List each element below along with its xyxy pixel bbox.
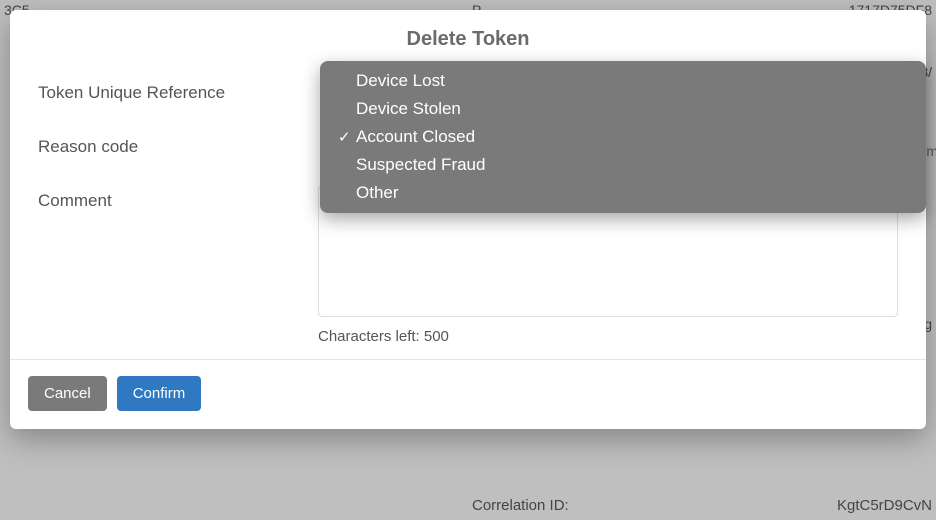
dropdown-option-label: Account Closed: [356, 127, 475, 147]
char-counter-value: 500: [424, 328, 449, 345]
dropdown-option-suspected-fraud[interactable]: Suspected Fraud: [320, 151, 926, 179]
label-reason-code: Reason code: [38, 131, 318, 157]
bg-correlation-label: Correlation ID:: [472, 497, 569, 514]
char-counter-prefix: Characters left:: [318, 328, 424, 345]
confirm-button[interactable]: Confirm: [117, 376, 202, 411]
delete-token-modal: Delete Token Token Unique Reference m Re…: [10, 10, 926, 429]
dropdown-option-label: Device Lost: [356, 71, 445, 91]
dropdown-option-account-closed[interactable]: ✓ Account Closed: [320, 123, 926, 151]
modal-body: Token Unique Reference m Reason code Com…: [10, 61, 926, 359]
modal-footer: Cancel Confirm: [10, 359, 926, 429]
char-counter: Characters left: 500: [318, 328, 898, 345]
dropdown-option-label: Suspected Fraud: [356, 155, 485, 175]
bg-correlation-value: KgtC5rD9CvN: [837, 497, 932, 514]
label-token-reference: Token Unique Reference: [38, 77, 318, 103]
dropdown-option-label: Device Stolen: [356, 99, 461, 119]
dropdown-option-device-stolen[interactable]: Device Stolen: [320, 95, 926, 123]
check-icon: ✓: [338, 128, 356, 146]
modal-title: Delete Token: [10, 28, 926, 51]
dropdown-option-label: Other: [356, 183, 399, 203]
reason-code-dropdown[interactable]: Device Lost Device Stolen ✓ Account Clos…: [320, 61, 926, 213]
dropdown-option-other[interactable]: Other: [320, 179, 926, 207]
modal-header: Delete Token: [10, 10, 926, 61]
label-comment: Comment: [38, 185, 318, 211]
dropdown-option-device-lost[interactable]: Device Lost: [320, 67, 926, 95]
bg-fragment-right-m: m: [926, 143, 936, 159]
cancel-button[interactable]: Cancel: [28, 376, 107, 411]
